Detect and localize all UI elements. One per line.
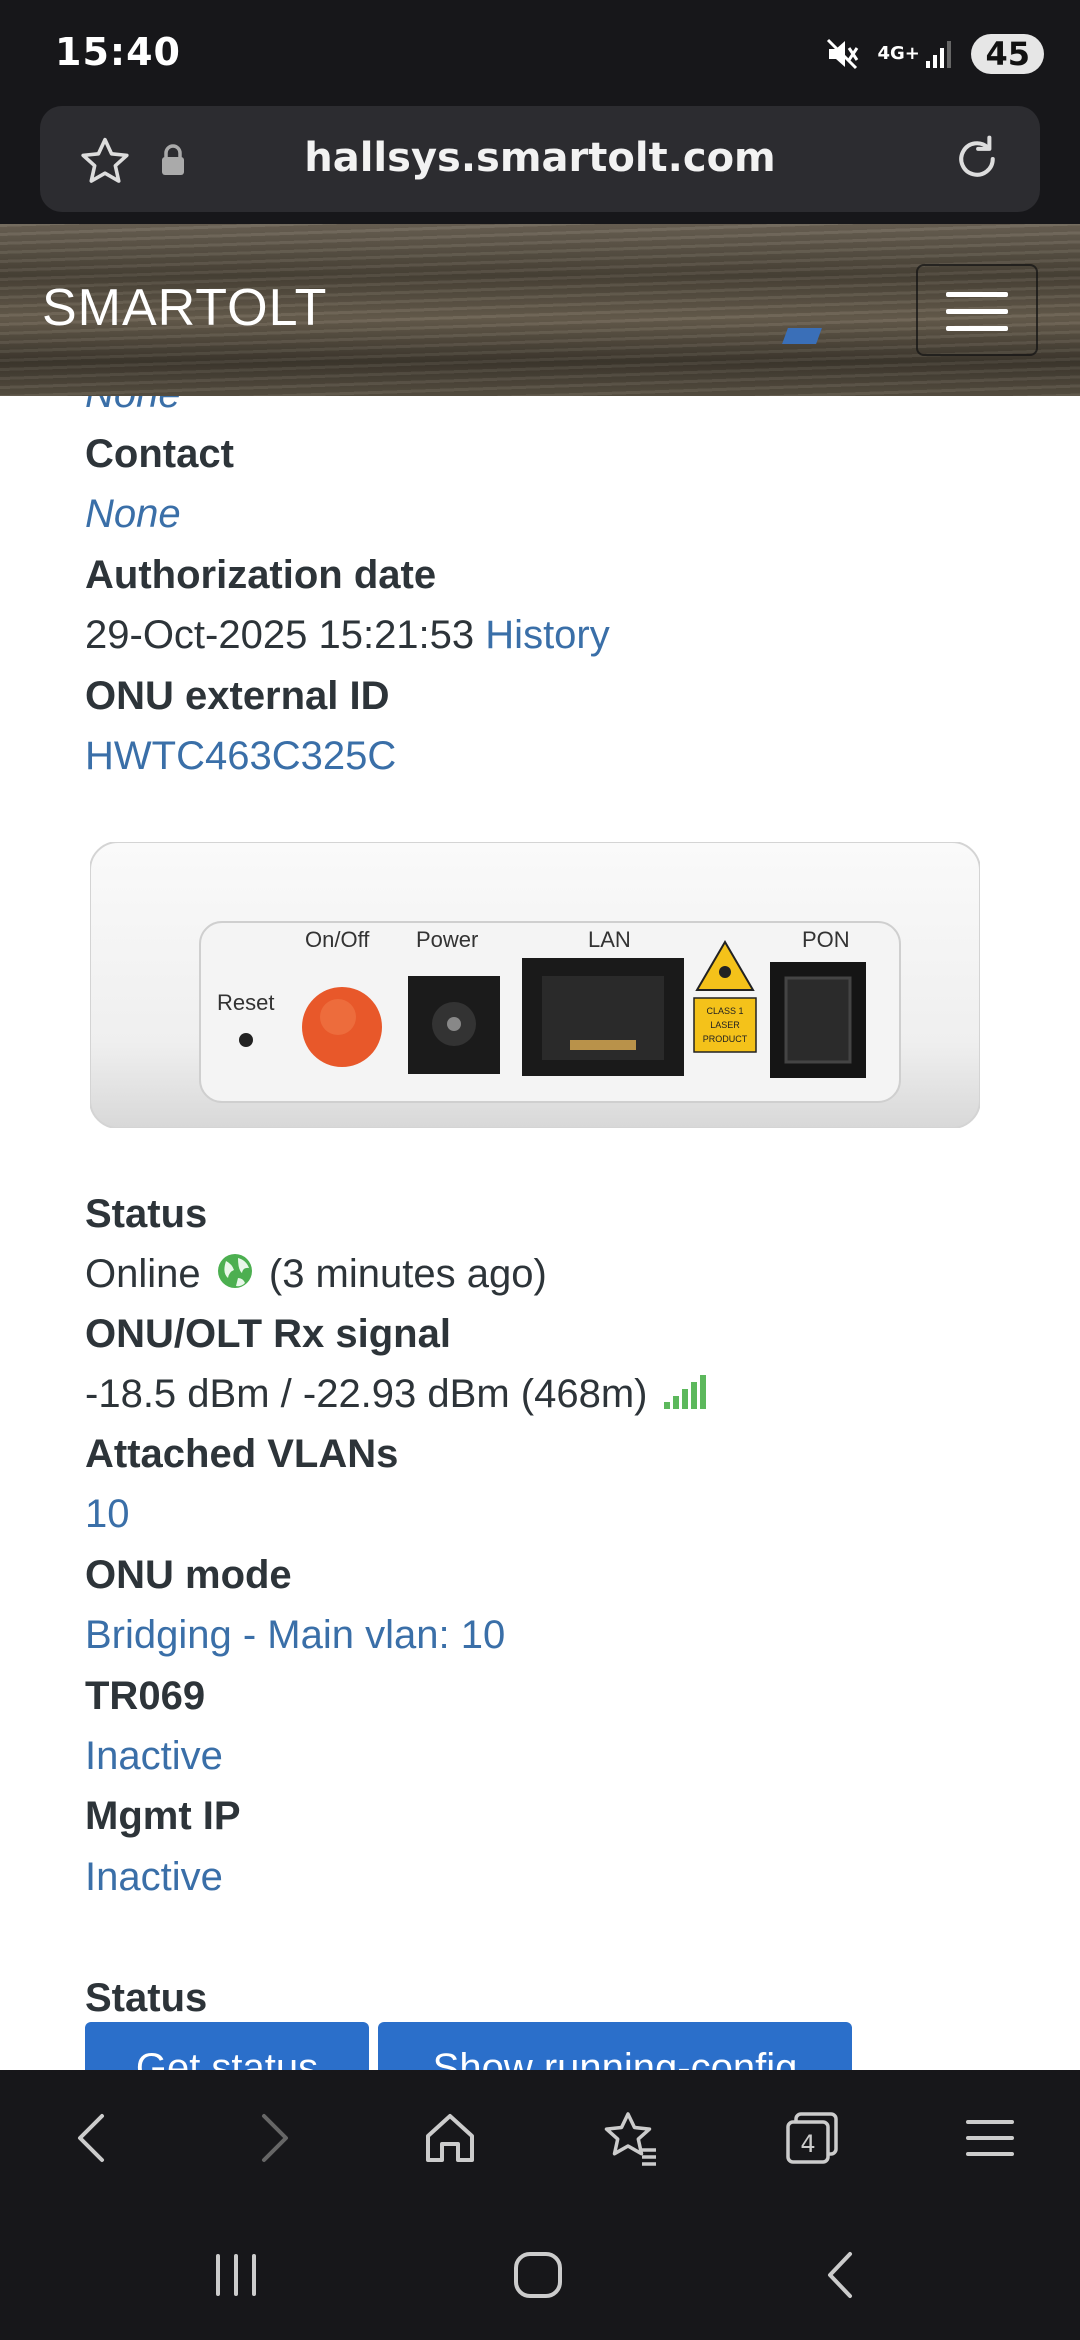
- tabs-icon[interactable]: 4: [780, 2106, 844, 2174]
- url-text[interactable]: hallsys.smartolt.com: [40, 135, 1040, 181]
- site-header: SMARTOLT: [0, 224, 1080, 396]
- header-decoration: [782, 328, 822, 344]
- onu-mode-value[interactable]: Bridging - Main vlan: 10: [85, 1611, 505, 1659]
- address-bar[interactable]: hallsys.smartolt.com: [40, 106, 1040, 212]
- reset-label: Reset: [217, 990, 274, 1015]
- back-icon[interactable]: [64, 2106, 120, 2174]
- hamburger-icon-bar: [946, 309, 1008, 314]
- rx-signal-value: -18.5 dBm / -22.93 dBm (468m): [85, 1372, 648, 1416]
- reload-icon[interactable]: [950, 132, 1004, 190]
- onu-device-image: Reset On/Off Power LAN CLASS 1 LASER PRO…: [90, 842, 980, 1128]
- pon-label: PON: [802, 927, 850, 952]
- browser-toolbar: hallsys.smartolt.com: [0, 100, 1080, 224]
- authorization-date-label: Authorization date: [85, 553, 437, 597]
- attached-vlans-label: Attached VLANs: [85, 1432, 399, 1476]
- recent-apps-icon[interactable]: [206, 2250, 266, 2304]
- battery-level: 45: [971, 34, 1044, 74]
- clock: 15:40: [55, 30, 181, 74]
- onu-external-id-label: ONU external ID: [85, 674, 390, 718]
- network-type: 4G+: [877, 43, 920, 64]
- onu-external-id-value[interactable]: HWTC463C325C: [85, 732, 396, 780]
- hamburger-icon: [946, 292, 1008, 297]
- status-row: Online (3 minutes ago): [85, 1250, 547, 1301]
- status-icons: 4G+ 45: [825, 34, 1044, 74]
- rx-signal-label: ONU/OLT Rx signal: [85, 1312, 451, 1356]
- menu-icon[interactable]: [960, 2106, 1020, 2174]
- power-label: Power: [416, 927, 478, 952]
- browser-bottom-bar: 4: [0, 2070, 1080, 2210]
- nav-toggle-button[interactable]: [916, 264, 1038, 356]
- rx-signal-row: -18.5 dBm / -22.93 dBm (468m): [85, 1370, 711, 1421]
- status-value: Online: [85, 1252, 201, 1296]
- system-back-icon[interactable]: [812, 2250, 872, 2304]
- mute-icon: [825, 37, 859, 71]
- home-icon[interactable]: [420, 2106, 480, 2174]
- laser-warning-line3: PRODUCT: [703, 1034, 748, 1044]
- forward-icon[interactable]: [246, 2106, 302, 2174]
- contact-value[interactable]: None: [85, 490, 181, 538]
- signal-icon: [925, 39, 953, 69]
- system-navigation-bar: [0, 2210, 1080, 2340]
- hamburger-icon-bar: [946, 326, 1008, 331]
- onu-mode-label: ONU mode: [85, 1553, 292, 1597]
- get-status-button[interactable]: Get status: [85, 2022, 369, 2070]
- history-link[interactable]: History: [485, 613, 609, 657]
- authorization-date-value: 29-Oct-2025 15:21:53: [85, 613, 475, 657]
- tab-count: 4: [800, 2130, 815, 2158]
- signal-strength-icon: [663, 1372, 707, 1421]
- tr069-value[interactable]: Inactive: [85, 1732, 223, 1780]
- status-time: (3 minutes ago): [268, 1252, 547, 1296]
- bookmarks-icon[interactable]: [598, 2106, 662, 2174]
- laser-warning-line1: CLASS 1: [706, 1006, 743, 1016]
- mgmt-ip-value[interactable]: Inactive: [85, 1853, 223, 1901]
- mgmt-ip-label: Mgmt IP: [85, 1794, 241, 1838]
- status-section-label: Status: [85, 1976, 208, 2020]
- authorization-date-row: 29-Oct-2025 15:21:53 History: [85, 611, 610, 659]
- previous-field-value[interactable]: None: [85, 396, 181, 418]
- onu-details: None Contact None Authorization date 29-…: [0, 396, 1080, 2070]
- site-logo[interactable]: SMARTOLT: [42, 278, 327, 338]
- home-button-icon[interactable]: [508, 2250, 568, 2304]
- lan-label: LAN: [588, 927, 631, 952]
- globe-icon: [216, 1252, 254, 1301]
- contact-label: Contact: [85, 432, 234, 476]
- onoff-label: On/Off: [305, 927, 370, 952]
- laser-warning-line2: LASER: [710, 1020, 740, 1030]
- status-label: Status: [85, 1192, 208, 1236]
- show-running-config-button[interactable]: Show running-config: [378, 2022, 852, 2070]
- tr069-label: TR069: [85, 1674, 206, 1718]
- attached-vlans-value[interactable]: 10: [85, 1490, 130, 1538]
- status-bar: 15:40 4G+ 45: [0, 0, 1080, 100]
